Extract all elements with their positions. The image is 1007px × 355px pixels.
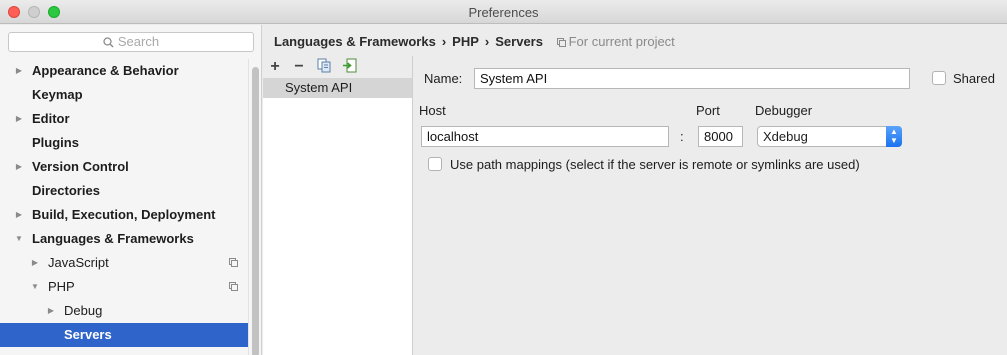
breadcrumb-languages-frameworks[interactable]: Languages & Frameworks <box>274 34 436 49</box>
expand-arrow-icon[interactable]: ▶ <box>14 203 24 227</box>
sidebar-scrollbar[interactable] <box>248 59 261 355</box>
breadcrumb: Languages & Frameworks › PHP › Servers For c… <box>274 34 675 49</box>
collapse-arrow-icon[interactable]: ▼ <box>30 275 40 299</box>
host-label: Host <box>419 103 446 118</box>
add-server-button[interactable]: + <box>266 58 284 76</box>
expand-arrow-icon[interactable]: ▶ <box>14 155 24 179</box>
import-icon <box>342 58 356 73</box>
shared-label: Shared <box>953 71 995 86</box>
sidebar-item-plugins[interactable]: Plugins <box>0 131 248 155</box>
server-list-pane: + − System API <box>263 56 413 355</box>
select-arrows-icon[interactable]: ▲ ▼ <box>886 126 902 147</box>
port-label: Port <box>696 103 720 118</box>
copy-icon <box>317 58 331 73</box>
sidebar-item-javascript[interactable]: ▶ JavaScript <box>0 251 248 275</box>
sidebar-item-label: Plugins <box>32 135 79 150</box>
sidebar-item-editor[interactable]: ▶ Editor <box>0 107 248 131</box>
sidebar-item-label: Build, Execution, Deployment <box>32 207 216 222</box>
sidebar-item-label: Directories <box>32 183 100 198</box>
debugger-label: Debugger <box>755 103 813 118</box>
project-scope-icon <box>229 282 238 291</box>
host-port-colon: : <box>680 129 684 144</box>
sidebar-item-label: PHP <box>48 279 75 294</box>
sidebar-item-debug[interactable]: ▶ Debug <box>0 299 248 323</box>
title-bar: Preferences <box>0 0 1007 24</box>
debugger-selected-value: Xdebug <box>763 129 808 144</box>
server-name-field[interactable]: System API <box>474 68 910 89</box>
breadcrumb-php[interactable]: PHP <box>452 34 479 49</box>
sidebar-item-label: Appearance & Behavior <box>32 63 179 78</box>
expand-arrow-icon[interactable]: ▶ <box>14 59 24 83</box>
breadcrumb-servers: Servers <box>495 34 543 49</box>
project-scope-icon <box>556 38 566 47</box>
search-placeholder: Search <box>117 34 160 49</box>
sidebar-item-directories[interactable]: Directories <box>0 179 248 203</box>
server-list-item-system-api[interactable]: System API <box>263 78 412 98</box>
scrollbar-thumb[interactable] <box>252 67 259 355</box>
path-mappings-label: Use path mappings (select if the server … <box>450 157 860 172</box>
project-scope-note: For current project <box>556 34 675 49</box>
collapse-arrow-icon[interactable]: ▼ <box>14 227 24 251</box>
debugger-select[interactable]: Xdebug ▲ ▼ <box>757 126 902 147</box>
name-label: Name: <box>424 71 463 86</box>
import-server-button[interactable] <box>340 58 358 76</box>
port-field[interactable]: 8000 <box>698 126 743 147</box>
settings-tree: ▶ Appearance & Behavior Keymap ▶ Editor … <box>0 59 248 347</box>
sidebar-item-build-execution-deployment[interactable]: ▶ Build, Execution, Deployment <box>0 203 248 227</box>
server-config-form: Name: System API Shared Host Port Debugg… <box>413 56 1007 355</box>
sidebar-item-keymap[interactable]: Keymap <box>0 83 248 107</box>
breadcrumb-separator: › <box>441 34 447 49</box>
breadcrumb-separator: › <box>484 34 490 49</box>
remove-server-button[interactable]: − <box>290 58 308 76</box>
sidebar-item-appearance-behavior[interactable]: ▶ Appearance & Behavior <box>0 59 248 83</box>
window-title: Preferences <box>468 5 539 20</box>
expand-arrow-icon[interactable]: ▶ <box>30 251 40 275</box>
sidebar-item-languages-frameworks[interactable]: ▼ Languages & Frameworks <box>0 227 248 251</box>
expand-arrow-icon[interactable]: ▶ <box>46 299 56 323</box>
host-field[interactable]: localhost <box>421 126 669 147</box>
path-mappings-checkbox[interactable] <box>428 157 442 171</box>
sidebar-item-php[interactable]: ▼ PHP <box>0 275 248 299</box>
server-list-toolbar: + − <box>263 56 412 78</box>
sidebar-item-label: Keymap <box>32 87 83 102</box>
project-scope-icon <box>229 258 238 267</box>
sidebar-item-label: Version Control <box>32 159 129 174</box>
sidebar-item-version-control[interactable]: ▶ Version Control <box>0 155 248 179</box>
shared-checkbox[interactable] <box>932 71 946 85</box>
search-icon <box>103 37 114 48</box>
sidebar-item-label: JavaScript <box>48 255 109 270</box>
search-input[interactable]: Search <box>8 32 254 52</box>
sidebar-item-label: Debug <box>64 303 103 318</box>
sidebar-item-label: Languages & Frameworks <box>32 231 194 246</box>
project-scope-label: For current project <box>568 34 675 49</box>
copy-server-button[interactable] <box>315 58 333 76</box>
sidebar-item-servers[interactable]: Servers <box>0 323 248 347</box>
settings-sidebar: Search ▶ Appearance & Behavior Keymap ▶ … <box>0 25 262 355</box>
expand-arrow-icon[interactable]: ▶ <box>14 107 24 131</box>
sidebar-item-label: Editor <box>32 111 70 126</box>
sidebar-item-label: Servers <box>64 327 112 342</box>
